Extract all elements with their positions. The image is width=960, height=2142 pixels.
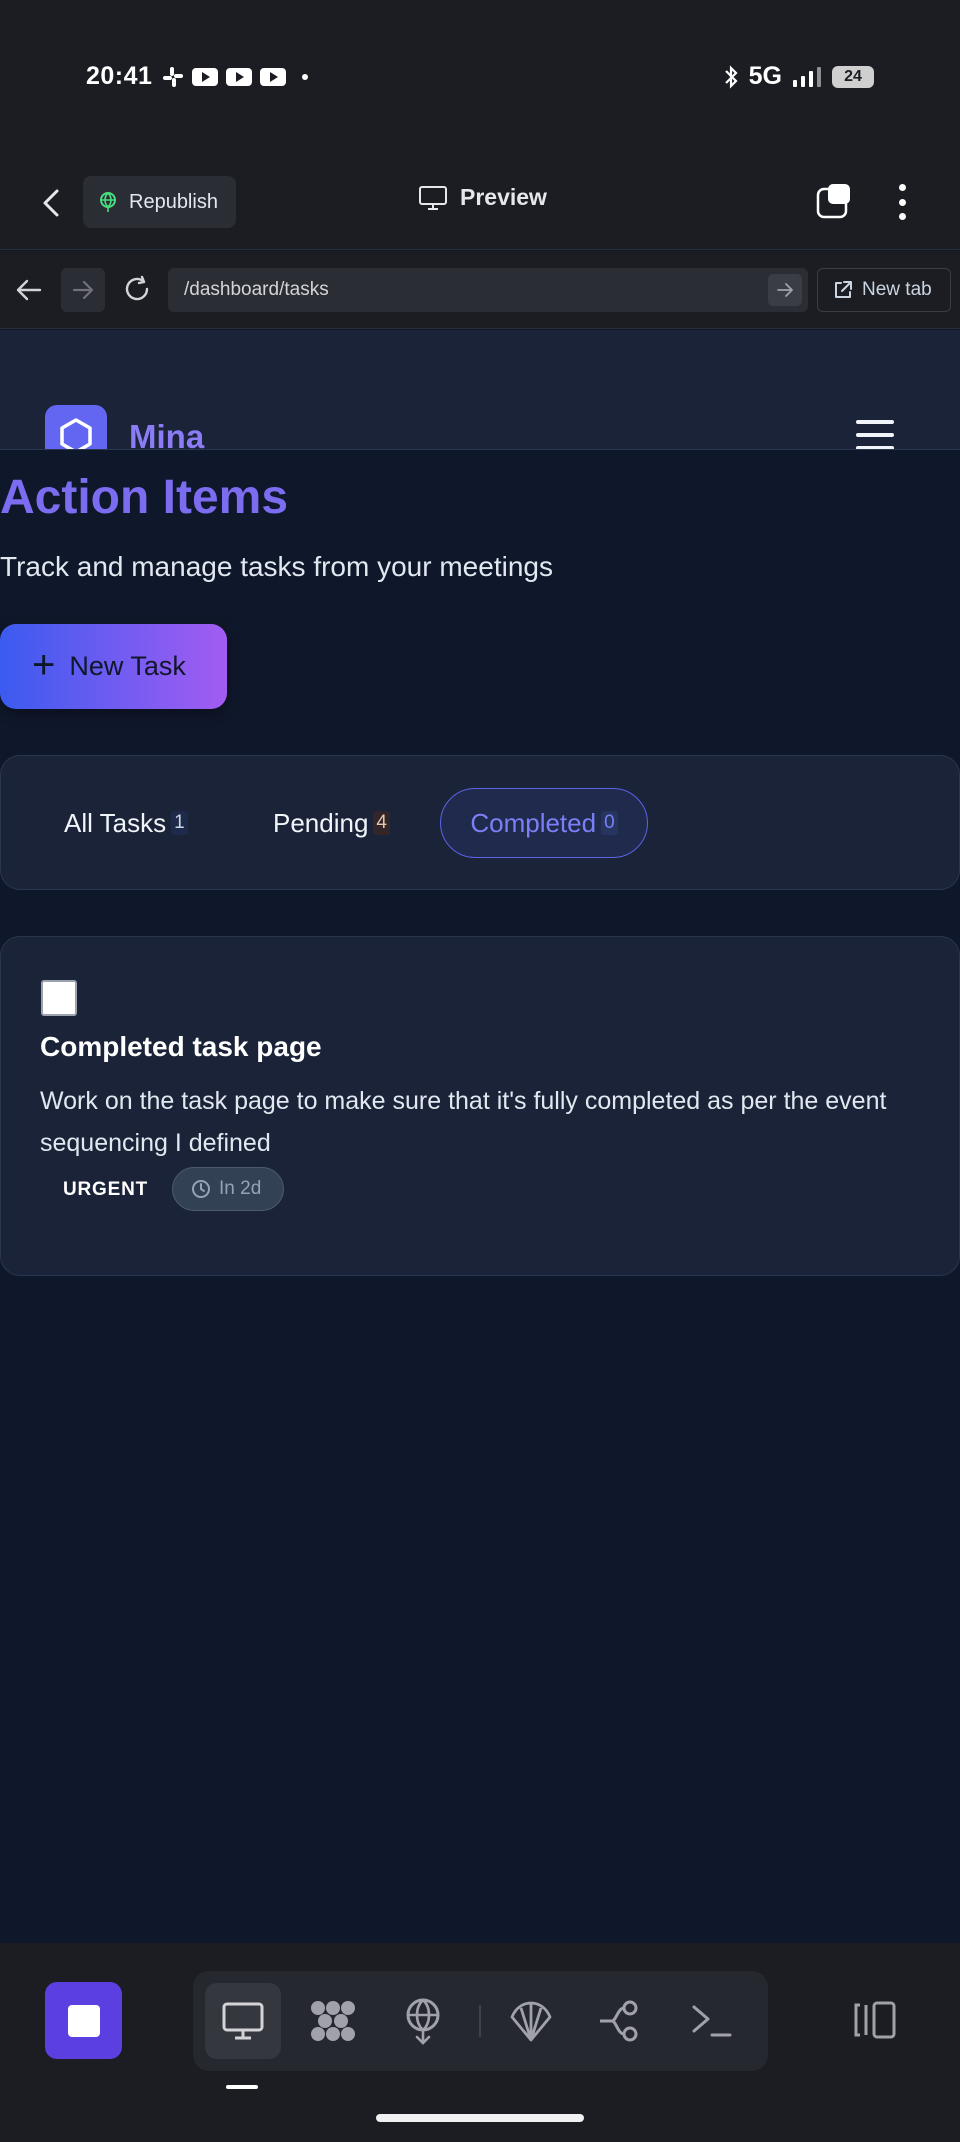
task-description: Work on the task page to make sure that … [40, 1087, 887, 1157]
tool-group [193, 1971, 768, 2071]
home-indicator[interactable] [376, 2114, 584, 2122]
status-bar: 20:41 5G 24 [0, 0, 960, 150]
forward-button[interactable] [61, 268, 105, 312]
tab-count: 1 [171, 811, 188, 835]
clock-icon [192, 1180, 210, 1198]
brand-name[interactable]: Mina [129, 418, 204, 449]
task-checkbox[interactable] [41, 980, 77, 1016]
tab-all-tasks[interactable]: All Tasks 1 [64, 788, 188, 858]
due-badge: In 2d [172, 1167, 285, 1211]
reload-icon[interactable] [122, 275, 152, 305]
youtube-icon [192, 68, 218, 86]
go-button[interactable] [768, 274, 802, 306]
branch-icon [600, 2000, 638, 2042]
task-title: Completed task page [40, 1031, 322, 1062]
secrets-tool-button[interactable] [493, 1983, 569, 2059]
bluetooth-icon [724, 64, 738, 89]
arrow-right-icon [72, 280, 94, 300]
status-right: 5G 24 [723, 62, 874, 91]
app-bar: Republish Preview [0, 150, 960, 250]
arrow-left-icon[interactable] [14, 277, 44, 303]
tab-completed[interactable]: Completed 0 [440, 788, 648, 858]
new-tab-button[interactable]: New tab [817, 268, 951, 312]
divider [479, 2005, 481, 2037]
terminal-icon [692, 2005, 732, 2037]
workspace-icon [311, 2001, 355, 2041]
globe-icon [100, 192, 116, 212]
menu-icon[interactable] [856, 420, 894, 449]
tab-count: 4 [373, 811, 390, 835]
battery-indicator: 24 [832, 65, 874, 88]
page-title: Action Items [0, 471, 289, 524]
slack-icon [163, 67, 183, 87]
republish-button[interactable]: Republish [83, 176, 236, 228]
notification-icons [162, 66, 308, 88]
status-time: 20:41 [86, 62, 153, 90]
tab-label: Pending [273, 807, 369, 838]
site-header: Mina [0, 330, 960, 450]
stop-button[interactable] [45, 1982, 122, 2059]
hexagon-icon [60, 418, 92, 449]
due-label: In 2d [219, 1178, 262, 1199]
workspace-tool-button[interactable] [295, 1983, 371, 2059]
bottom-toolbar [0, 1943, 960, 2142]
tab-pending[interactable]: Pending 4 [273, 788, 390, 858]
panel-toggle-icon[interactable] [852, 1999, 898, 2041]
stop-icon [67, 2004, 100, 2037]
deploy-icon [406, 1998, 440, 2045]
priority-badge: URGENT [63, 1179, 149, 1200]
monitor-icon [419, 185, 447, 210]
new-task-label: New Task [69, 651, 186, 681]
republish-label: Republish [129, 190, 218, 213]
external-link-icon [835, 281, 852, 298]
more-notifications-dot [302, 74, 308, 80]
tab-label: All Tasks [64, 807, 167, 838]
logo-icon[interactable] [45, 405, 107, 449]
network-label: 5G [748, 62, 782, 90]
youtube-icon [260, 68, 286, 86]
deploy-tool-button[interactable] [385, 1983, 461, 2059]
chevron-left-icon[interactable] [40, 188, 62, 218]
browser-url-bar: /dashboard/tasks New tab [0, 251, 960, 329]
new-tab-label: New tab [862, 279, 932, 300]
youtube-icon [226, 68, 252, 86]
tabs-icon[interactable] [816, 183, 852, 219]
signal-icon [793, 66, 821, 87]
preview-label: Preview [460, 184, 547, 210]
plus-icon: + [32, 642, 56, 687]
more-options-icon[interactable] [896, 184, 908, 220]
task-card[interactable]: Completed task page Work on the task pag… [0, 936, 960, 1276]
tab-count: 0 [601, 811, 618, 835]
url-text: /dashboard/tasks [184, 279, 329, 300]
page-subtitle: Track and manage tasks from your meeting… [0, 551, 553, 582]
url-input[interactable]: /dashboard/tasks [168, 268, 808, 312]
terminal-tool-button[interactable] [673, 1983, 749, 2059]
monitor-icon [222, 2002, 264, 2040]
task-filter-bar: All Tasks 1 Pending 4 Completed 0 [0, 755, 960, 890]
shell-icon [510, 2001, 552, 2042]
new-task-button[interactable]: + New Task [0, 624, 227, 709]
tab-label: Completed [470, 807, 597, 838]
arrow-right-icon [777, 283, 793, 297]
preview-tool-button[interactable] [205, 1983, 281, 2059]
preview-toggle[interactable]: Preview [418, 184, 547, 211]
active-tool-indicator [226, 2085, 258, 2089]
git-tool-button[interactable] [583, 1983, 659, 2059]
